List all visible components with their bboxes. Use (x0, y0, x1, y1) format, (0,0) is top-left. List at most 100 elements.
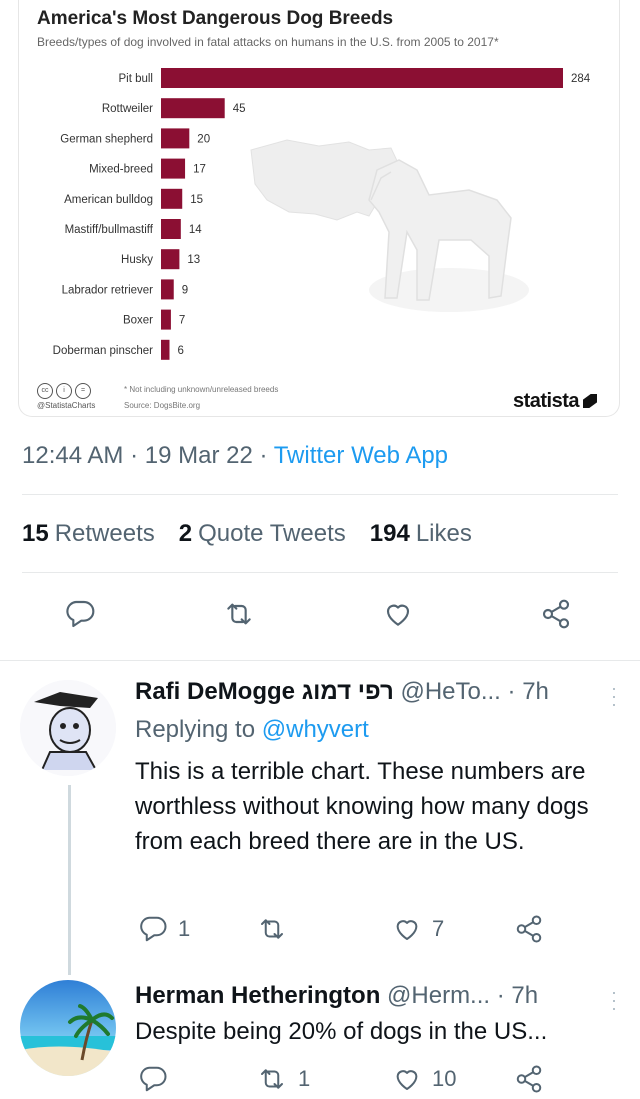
retweet-button[interactable] (256, 914, 298, 944)
value-label: 13 (187, 254, 200, 266)
statista-wordmark: statista (512, 390, 580, 412)
likes-stat[interactable]: 194 Likes (370, 520, 472, 548)
value-label: 14 (189, 224, 202, 236)
category-label: Rottweiler (102, 103, 153, 115)
statista-logo: statista (513, 390, 597, 413)
share-icon (516, 1065, 542, 1093)
category-label: American bulldog (64, 194, 153, 206)
bar (161, 309, 171, 330)
value-label: 20 (197, 133, 210, 145)
chart-footnote: * Not including unknown/unreleased breed… (124, 385, 279, 394)
more-options-icon[interactable]: · · · (610, 679, 618, 713)
heart-icon (396, 1070, 418, 1090)
bar (161, 158, 186, 179)
cartoon-avatar-icon (20, 680, 116, 776)
separator: · (130, 442, 139, 469)
like-button[interactable]: 7 (392, 914, 444, 944)
reply-icon (140, 1066, 167, 1092)
divider (22, 494, 618, 495)
bar (161, 188, 183, 209)
quote-tweets-stat[interactable]: 2 Quote Tweets (179, 520, 346, 548)
retweet-button[interactable] (222, 598, 256, 630)
divider (0, 660, 640, 661)
chart-card[interactable]: America's Most Dangerous Dog Breeds Bree… (18, 0, 620, 417)
heart-icon (396, 920, 418, 940)
share-button[interactable] (514, 1064, 544, 1094)
chart-source: Source: DogsBite.org (124, 401, 201, 410)
retweet-icon (261, 1069, 283, 1089)
retweets-count: 15 (22, 520, 49, 547)
value-label: 17 (193, 164, 206, 176)
tweet-time: 12:44 AM (22, 442, 124, 469)
bar (161, 249, 180, 270)
more-options-icon[interactable]: · · · (610, 983, 618, 1017)
category-label: Doberman pinscher (53, 345, 154, 357)
category-label: Boxer (123, 315, 153, 327)
reply-button[interactable] (138, 1064, 178, 1094)
attribution-icon: i (56, 383, 72, 399)
dog-illustration (368, 159, 529, 312)
share-icon (542, 599, 570, 629)
heart-icon (386, 604, 410, 626)
no-derivatives-icon: = (75, 383, 91, 399)
value-label: 6 (177, 345, 183, 357)
replying-to: Replying to @whyvert (135, 716, 369, 744)
bar (161, 128, 190, 149)
avatar[interactable] (20, 980, 116, 1076)
retweet-count: 1 (298, 1066, 311, 1091)
reply-icon (66, 600, 95, 628)
author-handle[interactable]: @HeTo... (400, 678, 500, 705)
value-label: 9 (182, 284, 188, 296)
reply-header: Rafi DeMogge רפי דמוג @HeTo... · 7h (135, 678, 549, 706)
value-label: 45 (233, 103, 246, 115)
reply-button[interactable] (64, 598, 96, 630)
likes-count: 194 (369, 520, 410, 547)
category-label: Mixed-breed (89, 164, 153, 176)
tweet-date: 19 Mar 22 (144, 442, 253, 469)
retweets-label: Retweets (54, 520, 155, 547)
share-button[interactable] (540, 598, 572, 630)
separator: · (259, 442, 268, 469)
value-label: 7 (179, 315, 185, 327)
reply-button[interactable]: 1 (138, 914, 190, 944)
reply-time[interactable]: · 7h (508, 678, 549, 705)
share-button[interactable] (514, 914, 544, 944)
value-label: 15 (190, 194, 203, 206)
tweet-source-link[interactable]: Twitter Web App (274, 442, 448, 469)
avatar[interactable] (20, 680, 116, 776)
author-name[interactable]: Herman Hetherington (135, 982, 380, 1009)
beach-avatar-icon (20, 980, 116, 1076)
chart-handle: @StatistaCharts (37, 401, 96, 410)
retweet-icon (227, 603, 251, 625)
reply-text: This is a terrible chart. These numbers … (135, 758, 589, 855)
likes-label: Likes (415, 520, 472, 547)
retweet-button[interactable]: 1 (256, 1064, 310, 1094)
reply-header: Herman Hetherington @Herm... · 7h (135, 982, 538, 1010)
replying-label: Replying to (135, 716, 256, 743)
author-handle[interactable]: @Herm... (387, 982, 490, 1009)
thread-connector (68, 785, 71, 975)
bar (161, 68, 563, 88)
value-label: 284 (571, 73, 591, 85)
reply-icon (140, 916, 167, 942)
replying-to-link[interactable]: @whyvert (262, 716, 369, 743)
like-button[interactable] (382, 598, 414, 630)
category-label: German shepherd (60, 133, 153, 145)
divider (22, 572, 618, 573)
retweet-icon (261, 919, 283, 939)
author-name[interactable]: Rafi DeMogge רפי דמוג (135, 678, 394, 705)
category-label: Mastiff/bullmastiff (65, 224, 154, 236)
like-count: 10 (432, 1066, 457, 1091)
quotes-label: Quote Tweets (198, 520, 346, 547)
like-button[interactable]: 10 (392, 1064, 456, 1094)
bar (161, 339, 170, 360)
reply-count: 1 (178, 916, 191, 941)
bar (161, 98, 225, 119)
reply-text: Despite being 20% of dogs in the US... (135, 1018, 548, 1045)
statista-logo-icon (583, 394, 597, 408)
bar (161, 219, 181, 239)
quotes-count: 2 (178, 520, 193, 547)
retweets-stat[interactable]: 15 Retweets (22, 520, 155, 548)
share-icon (516, 915, 542, 943)
reply-time[interactable]: · 7h (497, 982, 538, 1009)
